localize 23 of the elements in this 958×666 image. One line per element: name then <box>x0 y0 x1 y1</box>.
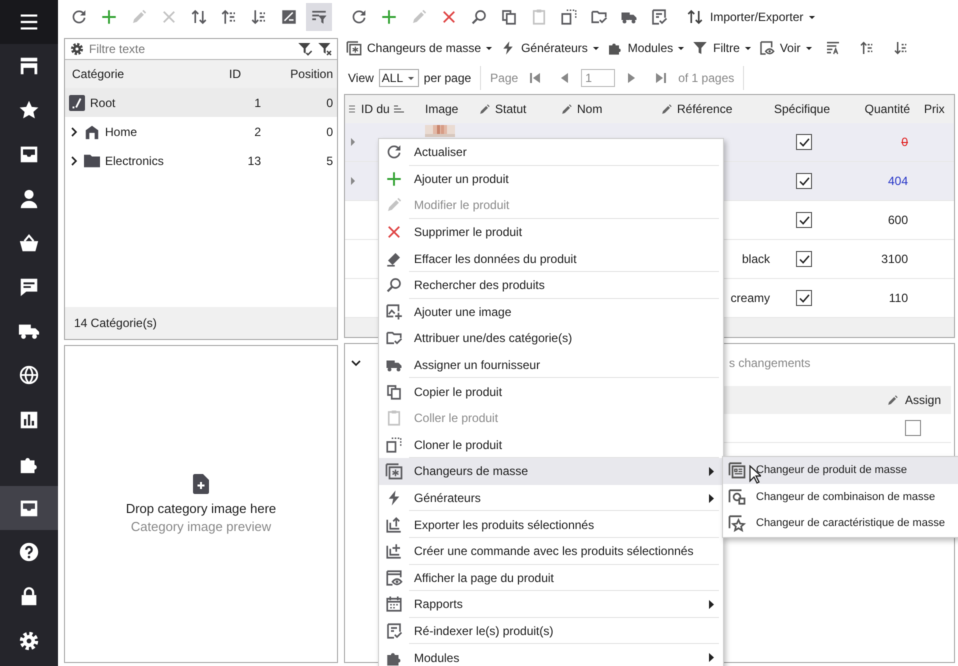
table-cell: creamy <box>730 291 770 305</box>
table-cell-text: 1 <box>253 96 261 110</box>
table-cell-text: 13 <box>246 154 261 168</box>
preview-hint: Category image preview <box>130 519 272 534</box>
table-cell-text: 5 <box>325 154 334 168</box>
table-cell: 110 <box>888 291 908 305</box>
table-cell: 404 <box>888 174 908 188</box>
table-cell-text: 2 <box>253 124 261 138</box>
category-name: Electronics <box>105 154 164 168</box>
table-cell-text: 0 <box>325 124 334 138</box>
view-label: View <box>348 71 374 85</box>
table-cell-text: 0 <box>325 96 334 110</box>
table-cell: 3100 <box>881 252 908 266</box>
category-count: 14 Catégorie(s) <box>74 316 157 330</box>
page-label: Page <box>490 71 518 85</box>
page-count: of 1 pages <box>678 71 734 85</box>
table-cell: black <box>742 252 770 266</box>
table-cell: 0 <box>901 135 908 149</box>
per-page-label: per page <box>424 71 472 85</box>
drop-prompt: Drop category image here <box>126 501 276 516</box>
category-name: Home <box>105 124 138 138</box>
table-cell: 600 <box>888 213 908 227</box>
category-name: Root <box>90 96 116 110</box>
